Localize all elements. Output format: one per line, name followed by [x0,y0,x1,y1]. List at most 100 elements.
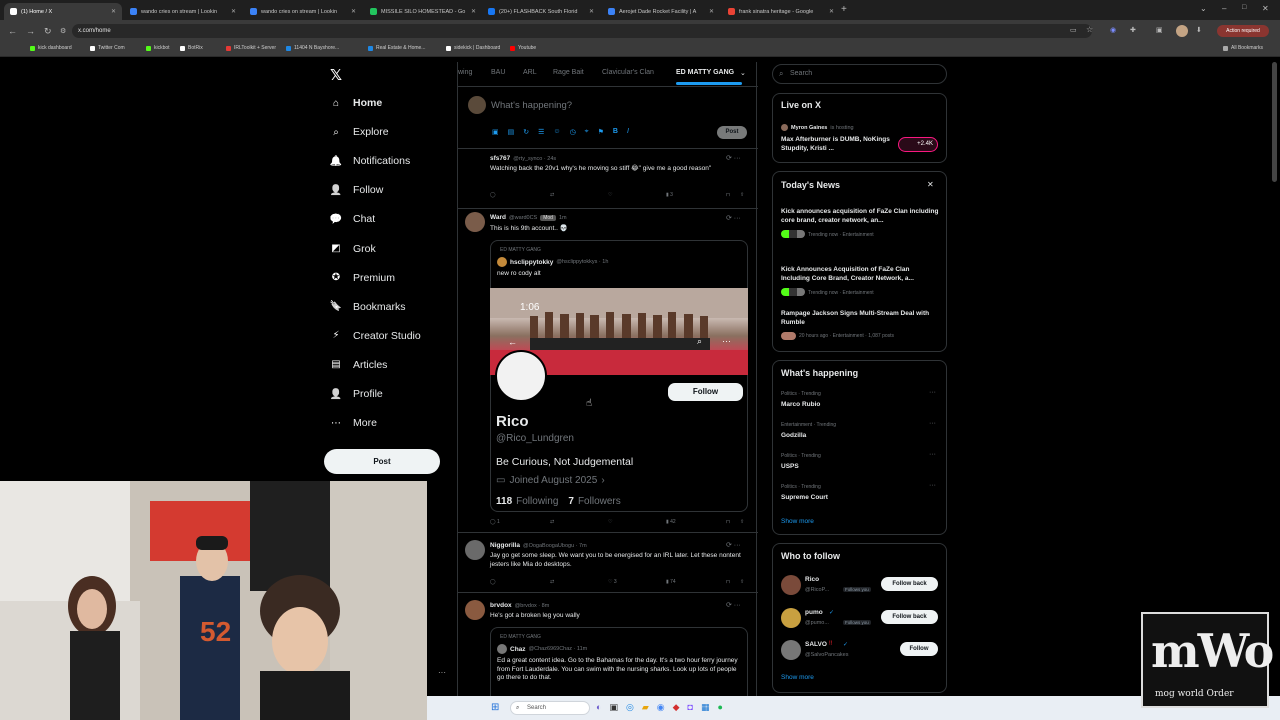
followers-label[interactable]: Followers [578,496,621,507]
chrome-icon[interactable]: ◉ [657,702,665,713]
nav-item-grok[interactable]: ◩ Grok [329,242,376,256]
browser-tab[interactable]: frank sinatra heritage - Google ✕ [722,3,840,20]
nav-item-follow[interactable]: 👤 Follow [329,183,384,197]
windows-start-icon[interactable]: ⊞ [491,702,499,713]
forward-icon[interactable]: → [26,26,35,36]
more-icon[interactable]: ⟳ ··· [726,541,741,549]
extension-icon[interactable]: ◉ [1110,26,1116,34]
app-icon[interactable]: ◆ [673,702,680,713]
grok-icon[interactable]: ↻ [523,128,529,136]
author-name[interactable]: Ward [490,214,506,221]
scrollbar-thumb[interactable] [1272,62,1277,182]
tab-close-icon[interactable]: ✕ [351,8,356,15]
site-info-icon[interactable]: ⚙ [60,27,66,35]
suggest-name[interactable]: Rico [805,576,819,583]
search-box[interactable]: ⌕ Search [772,64,947,84]
file-explorer-icon[interactable]: ▰ [642,702,649,713]
timeline-tab[interactable]: Rage Bait [553,69,584,76]
author-handle[interactable]: @OogaBoogaUbogu · 7m [523,543,587,549]
avatar[interactable] [465,600,485,620]
share-icon[interactable]: ⇪ [740,519,744,525]
bookmark-item[interactable]: IRLToolkit + Server [226,45,276,51]
author-name[interactable]: Niggorilla [490,542,520,549]
more-icon[interactable]: ··· [929,451,936,458]
cast-icon[interactable]: ▭ [1070,26,1077,34]
author-handle[interactable]: @ward0CS [509,215,537,221]
share-icon[interactable]: ⇪ [740,579,744,585]
tab-search-icon[interactable]: ⌄ [1200,4,1207,13]
trend-topic[interactable]: USPS [781,463,799,470]
following-label[interactable]: Following [516,496,558,507]
live-listeners[interactable]: +2.4K [898,137,938,152]
address-bar[interactable]: x.com/home [72,24,1092,38]
share-icon[interactable]: ⇪ [740,192,744,198]
like-icon[interactable]: ♡ 3 [608,579,617,585]
suggest-name[interactable]: SALVO [805,641,827,648]
bookmark-icon[interactable]: ⊓ [726,192,730,198]
tab-close-icon[interactable]: ✕ [471,8,476,15]
author-name[interactable]: sfs767 [490,155,510,162]
search-icon[interactable]: ⌕ [697,336,702,347]
timeline-tab[interactable]: wing [458,69,472,76]
repost-icon[interactable]: ⇄ [550,519,554,525]
nav-item-creator-studio[interactable]: ⚡ Creator Studio [329,329,420,343]
grok-icon[interactable]: ⟳ ··· [726,154,741,162]
views-icon[interactable]: ▮ 74 [666,579,676,585]
live-host[interactable]: Myron Gaines is hosting [781,124,854,131]
gif-icon[interactable]: ▤ [508,128,515,136]
repost-icon[interactable]: ⇄ [550,192,554,198]
more-icon[interactable]: ⟳ ··· [726,601,741,609]
compose-input[interactable]: What's happening? [491,100,572,111]
bold-icon[interactable]: B [613,128,618,136]
bookmark-item[interactable]: sidekick | Dashboard [446,45,500,51]
emoji-icon[interactable]: ☺ [553,128,560,136]
new-tab-button[interactable]: + [841,4,847,15]
avatar[interactable] [465,212,485,232]
maximize-button[interactable]: □ [1242,4,1246,11]
app-icon[interactable]: ▦ [701,702,710,713]
more-icon[interactable]: ··· [722,336,731,346]
browser-tab[interactable]: (1) Home / X ✕ [4,3,122,20]
browser-tab[interactable]: Aerojet Dade Rocket Facility | A ✕ [602,3,720,20]
timeline-tab[interactable]: BAU [491,69,505,76]
tab-close-icon[interactable]: ✕ [829,8,834,15]
browser-tab[interactable]: wando cries on stream | Lookin ✕ [124,3,242,20]
more-icon[interactable]: ··· [929,389,936,396]
bookmark-item[interactable]: BotRix [180,45,203,51]
author-handle[interactable]: @rty_synco · 24s [513,156,556,162]
copilot-icon[interactable]: ◐ [596,702,601,713]
all-bookmarks[interactable]: All Bookmarks [1223,45,1263,51]
browser-tab[interactable]: wando cries on stream | Lookin ✕ [244,3,362,20]
nav-item-profile[interactable]: 👤 Profile [329,387,383,401]
suggest-name[interactable]: pumo [805,609,823,616]
browser-tab[interactable]: (20+) FLASHBACK South Florid ✕ [482,3,600,20]
tab-close-icon[interactable]: ✕ [709,8,714,15]
trend-topic[interactable]: Godzilla [781,432,806,439]
bookmark-item[interactable]: 11404 N Bayshore... [286,45,339,51]
compose-post-button[interactable]: Post [717,126,747,139]
action-required-button[interactable]: Action required [1217,25,1269,37]
bookmark-item[interactable]: kick dashboard [30,45,72,51]
views-icon[interactable]: ▮ 3 [666,192,673,198]
browser-tab[interactable]: MISSILE SILO HOMESTEAD - Go ✕ [364,3,482,20]
author-handle[interactable]: @brvdox · 8m [515,603,550,609]
nav-item-notifications[interactable]: 🔔 Notifications [329,154,410,168]
timeline-tab[interactable]: Clavicular's Clan [602,69,654,76]
show-more-link[interactable]: Show more [781,518,814,525]
nav-item-chat[interactable]: 💬 Chat [329,212,375,226]
news-headline[interactable]: Kick Announces Acquisition of FaZe Clan … [781,266,939,283]
views-icon[interactable]: ▮ 42 [666,519,676,525]
x-logo-icon[interactable]: 𝕏 [330,66,342,84]
news-headline[interactable]: Rampage Jackson Signs Multi-Stream Deal … [781,310,939,327]
reply-icon[interactable]: ◯ [490,192,496,198]
italic-icon[interactable]: I [627,128,629,136]
download-icon[interactable]: ⬇ [1196,26,1202,34]
profile-avatar[interactable] [1176,25,1188,37]
trend-topic[interactable]: Supreme Court [781,494,828,501]
trend-topic[interactable]: Marco Rubio [781,401,820,408]
bookmark-item[interactable]: kickbot [146,45,170,51]
more-icon[interactable]: ⟳ ··· [726,214,741,222]
nav-item-home[interactable]: ⌂ Home [329,96,382,110]
flag-icon[interactable]: ⚑ [598,128,604,136]
close-icon[interactable]: ✕ [927,180,934,189]
